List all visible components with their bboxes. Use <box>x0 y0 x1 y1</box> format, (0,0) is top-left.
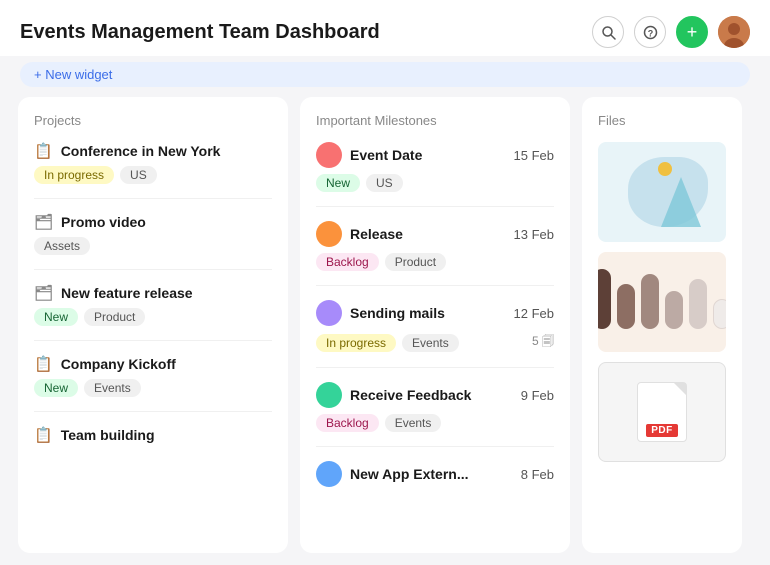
file-thumbnail-1[interactable] <box>598 142 726 242</box>
tag-product: Product <box>84 308 145 326</box>
milestone-name: Receive Feedback <box>350 387 471 403</box>
avatar <box>316 221 342 247</box>
milestone-name: Release <box>350 226 403 242</box>
milestones-column: Important Milestones Event Date 15 Feb N… <box>300 97 570 553</box>
file-thumbnail-2[interactable] <box>598 252 726 352</box>
list-item: Sending mails 12 Feb In progress Events … <box>316 300 554 368</box>
milestone-tags: Backlog Events <box>316 414 554 432</box>
list-item: Receive Feedback 9 Feb Backlog Events <box>316 382 554 447</box>
help-button[interactable]: ? <box>634 16 666 48</box>
files-column: Files PDF <box>582 97 742 553</box>
svg-text:?: ? <box>647 28 653 38</box>
header: Events Management Team Dashboard ? + <box>0 0 770 56</box>
milestones-title: Important Milestones <box>316 113 554 128</box>
projects-column: Projects 📋 Conference in New York In pro… <box>18 97 288 553</box>
pdf-label: PDF <box>646 424 678 437</box>
add-button[interactable]: + <box>676 16 708 48</box>
milestone-count: 5 🗐 <box>532 332 554 353</box>
status-badge: New <box>316 174 360 192</box>
document-icon: 📋 <box>34 355 53 373</box>
list-item: Release 13 Feb Backlog Product <box>316 221 554 286</box>
list-item: 📋 Conference in New York In progress US <box>34 142 272 199</box>
list-item: Event Date 15 Feb New US <box>316 142 554 207</box>
files-title: Files <box>598 113 726 128</box>
project-name: 🗂 New feature release <box>34 284 272 302</box>
milestone-header: Sending mails 12 Feb <box>316 300 554 326</box>
list-item: 📋 Company Kickoff New Events <box>34 355 272 412</box>
status-badge: In progress <box>316 334 396 352</box>
document-icon: 📋 <box>34 426 53 444</box>
milestone-header: Release 13 Feb <box>316 221 554 247</box>
project-tags: In progress US <box>34 166 272 184</box>
milestone-date: 12 Feb <box>514 306 554 321</box>
status-badge: In progress <box>34 166 114 184</box>
project-tags: Assets <box>34 237 272 255</box>
list-item: New App Extern... 8 Feb <box>316 461 554 507</box>
milestone-tags: Backlog Product <box>316 253 554 271</box>
tag-product: Product <box>385 253 446 271</box>
project-title: Promo video <box>61 214 146 230</box>
status-badge: Backlog <box>316 414 379 432</box>
milestone-tags: New US <box>316 174 554 192</box>
columns-container: Projects 📋 Conference in New York In pro… <box>0 97 770 565</box>
header-actions: ? + <box>592 16 750 48</box>
new-widget-button[interactable]: + New widget <box>20 62 750 87</box>
project-title: Company Kickoff <box>61 356 176 372</box>
status-badge: New <box>34 308 78 326</box>
project-title: Conference in New York <box>61 143 221 159</box>
list-item: 🗂 New feature release New Product <box>34 284 272 341</box>
avatar <box>316 142 342 168</box>
folder-icon: 🗂 <box>34 213 53 231</box>
project-tags: New Events <box>34 379 272 397</box>
avatar <box>316 382 342 408</box>
list-item: 🗂 Promo video Assets <box>34 213 272 270</box>
decorative-dot <box>658 162 672 176</box>
search-button[interactable] <box>592 16 624 48</box>
project-tags: New Product <box>34 308 272 326</box>
project-title: Team building <box>61 427 155 443</box>
list-item: 📋 Team building <box>34 426 272 464</box>
milestone-date: 9 Feb <box>521 388 554 403</box>
pdf-corner <box>674 383 686 395</box>
folder-icon: 🗂 <box>34 284 53 302</box>
page-title: Events Management Team Dashboard <box>20 21 380 44</box>
project-name: 📋 Team building <box>34 426 272 444</box>
tag-us: US <box>366 174 403 192</box>
tag-assets: Assets <box>34 237 90 255</box>
avatar <box>316 300 342 326</box>
decorative-triangle <box>661 177 701 227</box>
tag-events: Events <box>402 334 459 352</box>
status-badge: New <box>34 379 78 397</box>
tag-events: Events <box>385 414 442 432</box>
milestone-date: 15 Feb <box>514 148 554 163</box>
tag-events: Events <box>84 379 141 397</box>
milestone-name: New App Extern... <box>350 466 469 482</box>
milestone-name: Sending mails <box>350 305 445 321</box>
avatar <box>316 461 342 487</box>
pdf-page: PDF <box>637 382 687 442</box>
pdf-icon: PDF <box>637 382 687 442</box>
milestone-tags: In progress Events 5 🗐 <box>316 332 554 353</box>
milestone-header: Event Date 15 Feb <box>316 142 554 168</box>
project-name: 🗂 Promo video <box>34 213 272 231</box>
projects-title: Projects <box>34 113 272 128</box>
milestone-header: Receive Feedback 9 Feb <box>316 382 554 408</box>
project-title: New feature release <box>61 285 193 301</box>
file-thumbnail-3[interactable]: PDF <box>598 362 726 462</box>
new-widget-label: + New widget <box>34 67 112 82</box>
status-badge: Backlog <box>316 253 379 271</box>
tag-us: US <box>120 166 157 184</box>
color-bars-chart <box>598 267 726 337</box>
milestone-header: New App Extern... 8 Feb <box>316 461 554 487</box>
milestone-name: Event Date <box>350 147 422 163</box>
project-name: 📋 Conference in New York <box>34 142 272 160</box>
milestone-date: 13 Feb <box>514 227 554 242</box>
milestone-date: 8 Feb <box>521 467 554 482</box>
document-icon: 📋 <box>34 142 53 160</box>
project-name: 📋 Company Kickoff <box>34 355 272 373</box>
avatar[interactable] <box>718 16 750 48</box>
